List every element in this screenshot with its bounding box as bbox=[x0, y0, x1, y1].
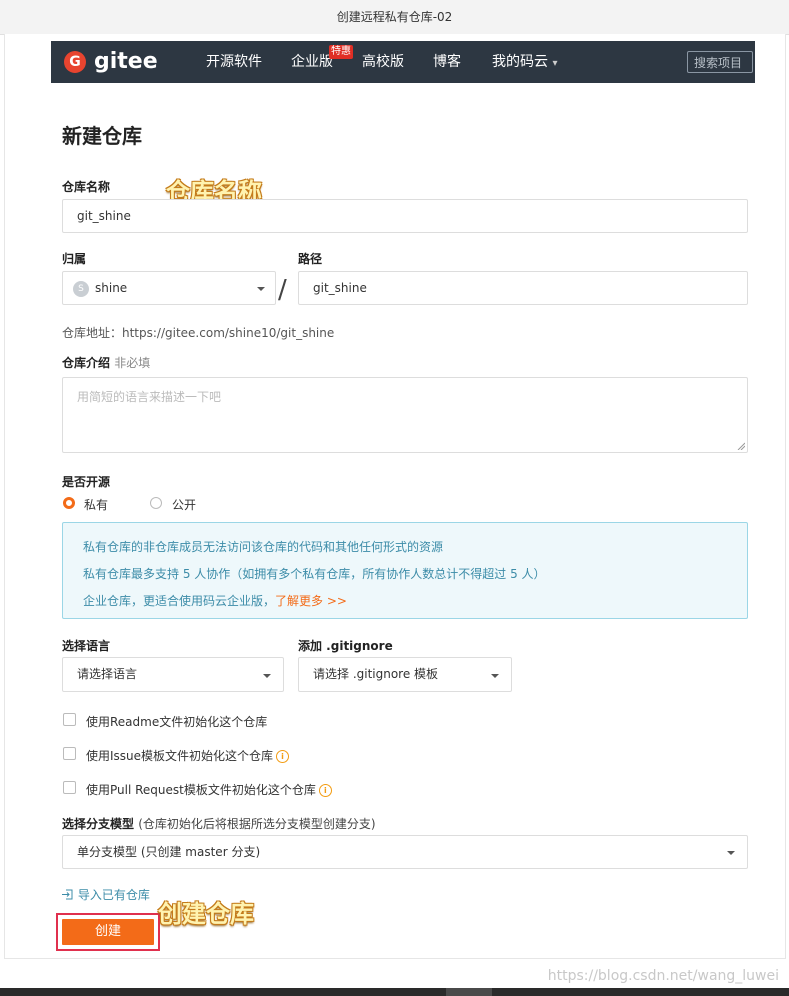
chevron-down-icon: ▾ bbox=[552, 58, 558, 69]
checkbox-pr-label-text: 使用Pull Request模板文件初始化这个仓库 bbox=[86, 783, 316, 797]
checkbox-readme[interactable] bbox=[63, 713, 76, 726]
nav-my-gitee[interactable]: 我的码云 ▾ bbox=[492, 54, 557, 72]
branch-model-select[interactable]: 单分支模型 (只创建 master 分支) bbox=[62, 835, 748, 869]
checkbox-issue-label-text: 使用Issue模板文件初始化这个仓库 bbox=[86, 749, 274, 763]
description-textarea[interactable]: 用简短的语言来描述一下吧 bbox=[62, 377, 748, 453]
gitignore-select-value: 请选择 .gitignore 模板 bbox=[313, 667, 439, 681]
create-button[interactable]: 创建 bbox=[62, 919, 154, 945]
language-select-value: 请选择语言 bbox=[77, 667, 138, 681]
nav-open-source[interactable]: 开源软件 bbox=[206, 54, 262, 70]
annotation-create-repo: 创建仓库 bbox=[158, 900, 254, 928]
info-line-2: 私有仓库最多支持 5 人协作（如拥有多个私有仓库，所有协作人数总计不得超过 5 … bbox=[83, 567, 546, 581]
path-separator: / bbox=[278, 275, 287, 305]
description-label-text: 仓库介绍 bbox=[62, 356, 111, 370]
checkbox-pr-template[interactable] bbox=[63, 781, 76, 794]
checkbox-issue-template[interactable] bbox=[63, 747, 76, 760]
promo-badge: 特惠 bbox=[329, 45, 353, 59]
path-label: 路径 bbox=[298, 252, 323, 266]
branch-model-label-text: 选择分支模型 bbox=[62, 817, 135, 831]
radio-public-label: 公开 bbox=[172, 498, 197, 512]
gitee-logo[interactable]: G gitee bbox=[64, 51, 158, 73]
gitignore-select[interactable]: 请选择 .gitignore 模板 bbox=[298, 657, 512, 692]
page-title: 新建仓库 bbox=[62, 124, 142, 148]
taskbar bbox=[0, 988, 789, 996]
owner-select[interactable]: S shine bbox=[62, 271, 276, 305]
visibility-label: 是否开源 bbox=[62, 475, 111, 489]
description-label: 仓库介绍 非必填 bbox=[62, 354, 150, 371]
info-line-3: 企业仓库，更适合使用码云企业版，了解更多 >> bbox=[83, 592, 347, 609]
branch-model-label: 选择分支模型 (仓库初始化后将根据所选分支模型创建分支) bbox=[62, 815, 376, 832]
window-title: 创建远程私有仓库-02 bbox=[0, 0, 789, 35]
chevron-down-icon bbox=[491, 674, 499, 678]
taskbar-item[interactable] bbox=[446, 988, 492, 996]
chevron-down-icon bbox=[257, 287, 265, 291]
create-button-highlight: 创建 bbox=[56, 913, 160, 951]
radio-private[interactable] bbox=[63, 497, 75, 509]
description-placeholder: 用简短的语言来描述一下吧 bbox=[77, 390, 222, 404]
nav-search-input[interactable]: 搜索项目 bbox=[687, 51, 753, 73]
repo-url: 仓库地址：https://gitee.com/shine10/git_shine bbox=[62, 326, 335, 340]
info-line-3-text: 企业仓库，更适合使用码云企业版， bbox=[83, 594, 276, 608]
import-repo-label: 导入已有仓库 bbox=[77, 888, 150, 902]
language-select[interactable]: 请选择语言 bbox=[62, 657, 284, 692]
checkbox-issue-label: 使用Issue模板文件初始化这个仓库 i bbox=[86, 747, 290, 764]
resize-grip-icon[interactable] bbox=[737, 442, 745, 450]
owner-value: shine bbox=[95, 281, 128, 295]
language-label: 选择语言 bbox=[62, 639, 111, 653]
radio-public[interactable] bbox=[150, 497, 162, 509]
checkbox-pr-label: 使用Pull Request模板文件初始化这个仓库 i bbox=[86, 781, 332, 798]
repo-name-input[interactable]: git_shine bbox=[62, 199, 748, 233]
owner-label: 归属 bbox=[62, 252, 87, 266]
radio-private-label: 私有 bbox=[84, 498, 109, 512]
nav-my-gitee-label: 我的码云 bbox=[492, 54, 548, 70]
private-info-box: 私有仓库的非仓库成员无法访问该仓库的代码和其他任何形式的资源 私有仓库最多支持 … bbox=[62, 522, 748, 619]
avatar: S bbox=[73, 281, 89, 297]
repo-name-label: 仓库名称 bbox=[62, 180, 111, 194]
nav-university[interactable]: 高校版 bbox=[362, 54, 404, 70]
nav-enterprise[interactable]: 企业版 bbox=[291, 54, 333, 70]
learn-more-link[interactable]: 了解更多 >> bbox=[275, 594, 347, 608]
gitee-logo-text: gitee bbox=[94, 49, 158, 74]
branch-model-value: 单分支模型 (只创建 master 分支) bbox=[77, 845, 261, 859]
info-icon[interactable]: i bbox=[318, 784, 332, 797]
chevron-down-icon bbox=[263, 674, 271, 678]
csdn-watermark: https://blog.csdn.net/wang_luwei bbox=[547, 968, 779, 984]
path-input[interactable]: git_shine bbox=[298, 271, 748, 305]
info-icon[interactable]: i bbox=[276, 750, 290, 763]
chevron-down-icon bbox=[727, 851, 735, 855]
top-navbar: G gitee 开源软件 企业版 特惠 高校版 博客 我的码云 ▾ 搜索项目 bbox=[51, 41, 755, 83]
checkbox-readme-label: 使用Readme文件初始化这个仓库 bbox=[86, 715, 268, 729]
gitignore-label: 添加 .gitignore bbox=[298, 639, 393, 653]
optional-hint: 非必填 bbox=[114, 356, 151, 370]
info-line-1: 私有仓库的非仓库成员无法访问该仓库的代码和其他任何形式的资源 bbox=[83, 540, 444, 554]
import-icon bbox=[62, 889, 73, 900]
gitee-logo-icon: G bbox=[64, 51, 86, 73]
nav-blog[interactable]: 博客 bbox=[433, 54, 461, 70]
branch-model-hint: (仓库初始化后将根据所选分支模型创建分支) bbox=[138, 817, 376, 831]
import-repo-link[interactable]: 导入已有仓库 bbox=[62, 886, 150, 903]
